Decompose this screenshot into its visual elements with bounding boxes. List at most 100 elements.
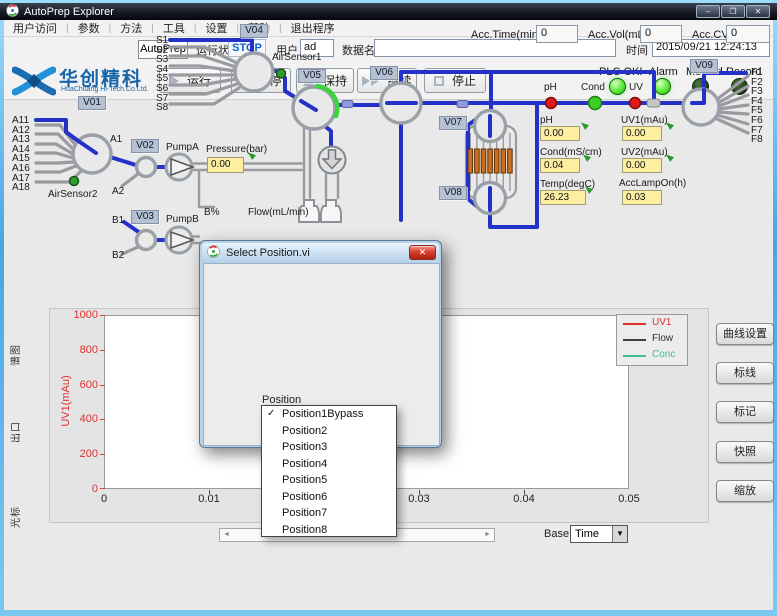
acc-vol-label: Acc.Vol(mL) xyxy=(588,29,647,41)
y-tick: 800 xyxy=(66,344,98,356)
x-tick: 0.04 xyxy=(504,493,544,505)
y-tick: 200 xyxy=(66,448,98,460)
acc-vol-value: 0 xyxy=(640,25,682,43)
side-tab-outlet[interactable]: 出口 xyxy=(7,415,21,449)
window-title: AutoPrep Explorer xyxy=(24,6,114,18)
valve-v03[interactable] xyxy=(137,231,156,250)
dropdown-option-7[interactable]: Position7 xyxy=(262,505,396,522)
pump-a-label: PumpA xyxy=(166,142,199,153)
dropdown-option-label: Position3 xyxy=(282,441,327,453)
app-icon xyxy=(6,4,19,20)
dropdown-option-3[interactable]: Position3 xyxy=(262,439,396,456)
dropdown-option-1[interactable]: ✓ Position1Bypass xyxy=(262,406,396,423)
acc-cv-value: 0 xyxy=(726,25,770,43)
chart-y-axis-label: UV1(mAu) xyxy=(60,356,72,446)
x-tick: 0.03 xyxy=(399,493,439,505)
valve-v04[interactable] xyxy=(235,53,273,91)
snapshot-button[interactable]: 快照 xyxy=(716,441,774,463)
valve-tag-v07[interactable]: V07 xyxy=(439,116,467,130)
air-sensor-2-led xyxy=(70,177,79,186)
legend-label-uv1[interactable]: UV1 xyxy=(652,317,671,328)
app-window: AutoPrep Explorer – ❐ ✕ 用户访问 | 参数 | 方法 |… xyxy=(0,0,777,616)
ph-readout-value: 0.00 xyxy=(540,126,580,141)
dropdown-option-2[interactable]: Position2 xyxy=(262,423,396,440)
cond-readout-label: Cond(mS/cm) xyxy=(540,147,602,158)
valve-tag-v06[interactable]: V06 xyxy=(370,66,398,80)
stream-label-a1: A1 xyxy=(110,134,122,145)
maximize-button[interactable]: ❐ xyxy=(721,5,745,18)
dialog-title: Select Position.vi xyxy=(226,247,310,259)
dialog-close-button[interactable]: ✕ xyxy=(409,245,436,260)
flow-label: Flow(mL/min) xyxy=(248,207,309,218)
stream-label-b2: B2 xyxy=(112,250,124,261)
uv2-readout-value: 0.00 xyxy=(622,158,662,173)
mark-button[interactable]: 标记 xyxy=(716,401,774,423)
stream-label-b1: B1 xyxy=(112,215,124,226)
valve-tag-v02[interactable]: V02 xyxy=(131,139,159,153)
side-tab-spectrum[interactable]: 谱图 xyxy=(7,338,21,372)
ph-dot-label: pH xyxy=(544,82,557,93)
valve-tag-v09[interactable]: V09 xyxy=(690,59,718,73)
dialog-title-bar[interactable]: Select Position.vi xyxy=(202,243,439,263)
base-select[interactable]: Time ▼ xyxy=(570,525,628,543)
title-bar: AutoPrep Explorer – ❐ ✕ xyxy=(0,3,777,20)
cond-dot-label: Cond xyxy=(581,82,605,93)
base-select-value: Time xyxy=(575,528,599,540)
x-tick: 0.01 xyxy=(189,493,229,505)
x-tick: 0 xyxy=(84,493,124,505)
dropdown-option-5[interactable]: Position5 xyxy=(262,472,396,489)
pump-b[interactable] xyxy=(166,227,193,253)
column-bars xyxy=(468,149,512,173)
legend-line-conc xyxy=(623,355,646,357)
valve-tag-v08[interactable]: V08 xyxy=(439,186,467,200)
chevron-down-icon[interactable]: ▼ xyxy=(612,526,627,542)
minimize-button[interactable]: – xyxy=(696,5,720,18)
valve-v09[interactable] xyxy=(683,89,719,125)
dropdown-option-label: Position7 xyxy=(282,507,327,519)
uv2-readout-label: UV2(mAu) xyxy=(621,147,668,158)
uv-sensor-dot xyxy=(630,98,641,109)
valve-tag-v03[interactable]: V03 xyxy=(131,210,159,224)
dropdown-option-label: Position2 xyxy=(282,425,327,437)
valve-tag-v01[interactable]: V01 xyxy=(78,96,106,110)
scroll-left-icon[interactable]: ◄ xyxy=(220,529,233,541)
vi-icon xyxy=(207,245,220,261)
side-tab-cursor[interactable]: 光标 xyxy=(7,500,21,534)
valve-tag-v04[interactable]: V04 xyxy=(240,24,268,38)
dropdown-option-4[interactable]: Position4 xyxy=(262,456,396,473)
uv1-readout-label: UV1(mAu) xyxy=(621,115,668,126)
uv1-readout-value: 0.00 xyxy=(622,126,662,141)
stream-label-a2: A2 xyxy=(112,186,124,197)
pump-b-label: PumpB xyxy=(166,214,199,225)
temp-readout-value: 26.23 xyxy=(540,190,586,205)
air-sensor-1-label: AirSensor1 xyxy=(272,52,321,63)
valve-v02[interactable] xyxy=(137,158,156,177)
cond-readout-value: 0.04 xyxy=(540,158,580,173)
b-percent-label: B% xyxy=(204,207,220,218)
air-sensor-1-led xyxy=(277,69,286,78)
injection-port[interactable] xyxy=(319,147,346,174)
legend-label-flow[interactable]: Flow xyxy=(652,333,673,344)
air-sensor-2-label: AirSensor2 xyxy=(48,189,97,200)
curve-settings-button[interactable]: 曲线设置 xyxy=(716,323,774,345)
close-button[interactable]: ✕ xyxy=(746,5,770,18)
marker-line-button[interactable]: 标线 xyxy=(716,362,774,384)
window-content: 用户访问 | 参数 | 方法 | 工具 | 设置 | 帮助 | 退出程序 Aut… xyxy=(4,20,773,610)
port-label: S8 xyxy=(156,102,168,113)
tube-connector xyxy=(457,101,468,108)
dropdown-option-6[interactable]: Position6 xyxy=(262,489,396,506)
acc-cv-label: Acc.CV xyxy=(692,29,729,41)
ph-sensor-dot xyxy=(546,98,557,109)
dropdown-option-8[interactable]: Position8 xyxy=(262,522,396,539)
chart-legend: UV1 Flow Conc xyxy=(616,314,688,366)
uv-dot-label: UV xyxy=(629,82,643,93)
dropdown-option-label: Position8 xyxy=(282,524,327,536)
scroll-right-icon[interactable]: ► xyxy=(481,529,494,541)
legend-line-flow xyxy=(623,339,646,341)
y-tick: 1000 xyxy=(66,309,98,321)
tube-connector xyxy=(342,101,353,108)
zoom-button[interactable]: 缩放 xyxy=(716,480,774,502)
pump-a[interactable] xyxy=(166,154,193,180)
valve-tag-v05[interactable]: V05 xyxy=(298,69,326,83)
legend-label-conc[interactable]: Conc xyxy=(652,349,675,360)
